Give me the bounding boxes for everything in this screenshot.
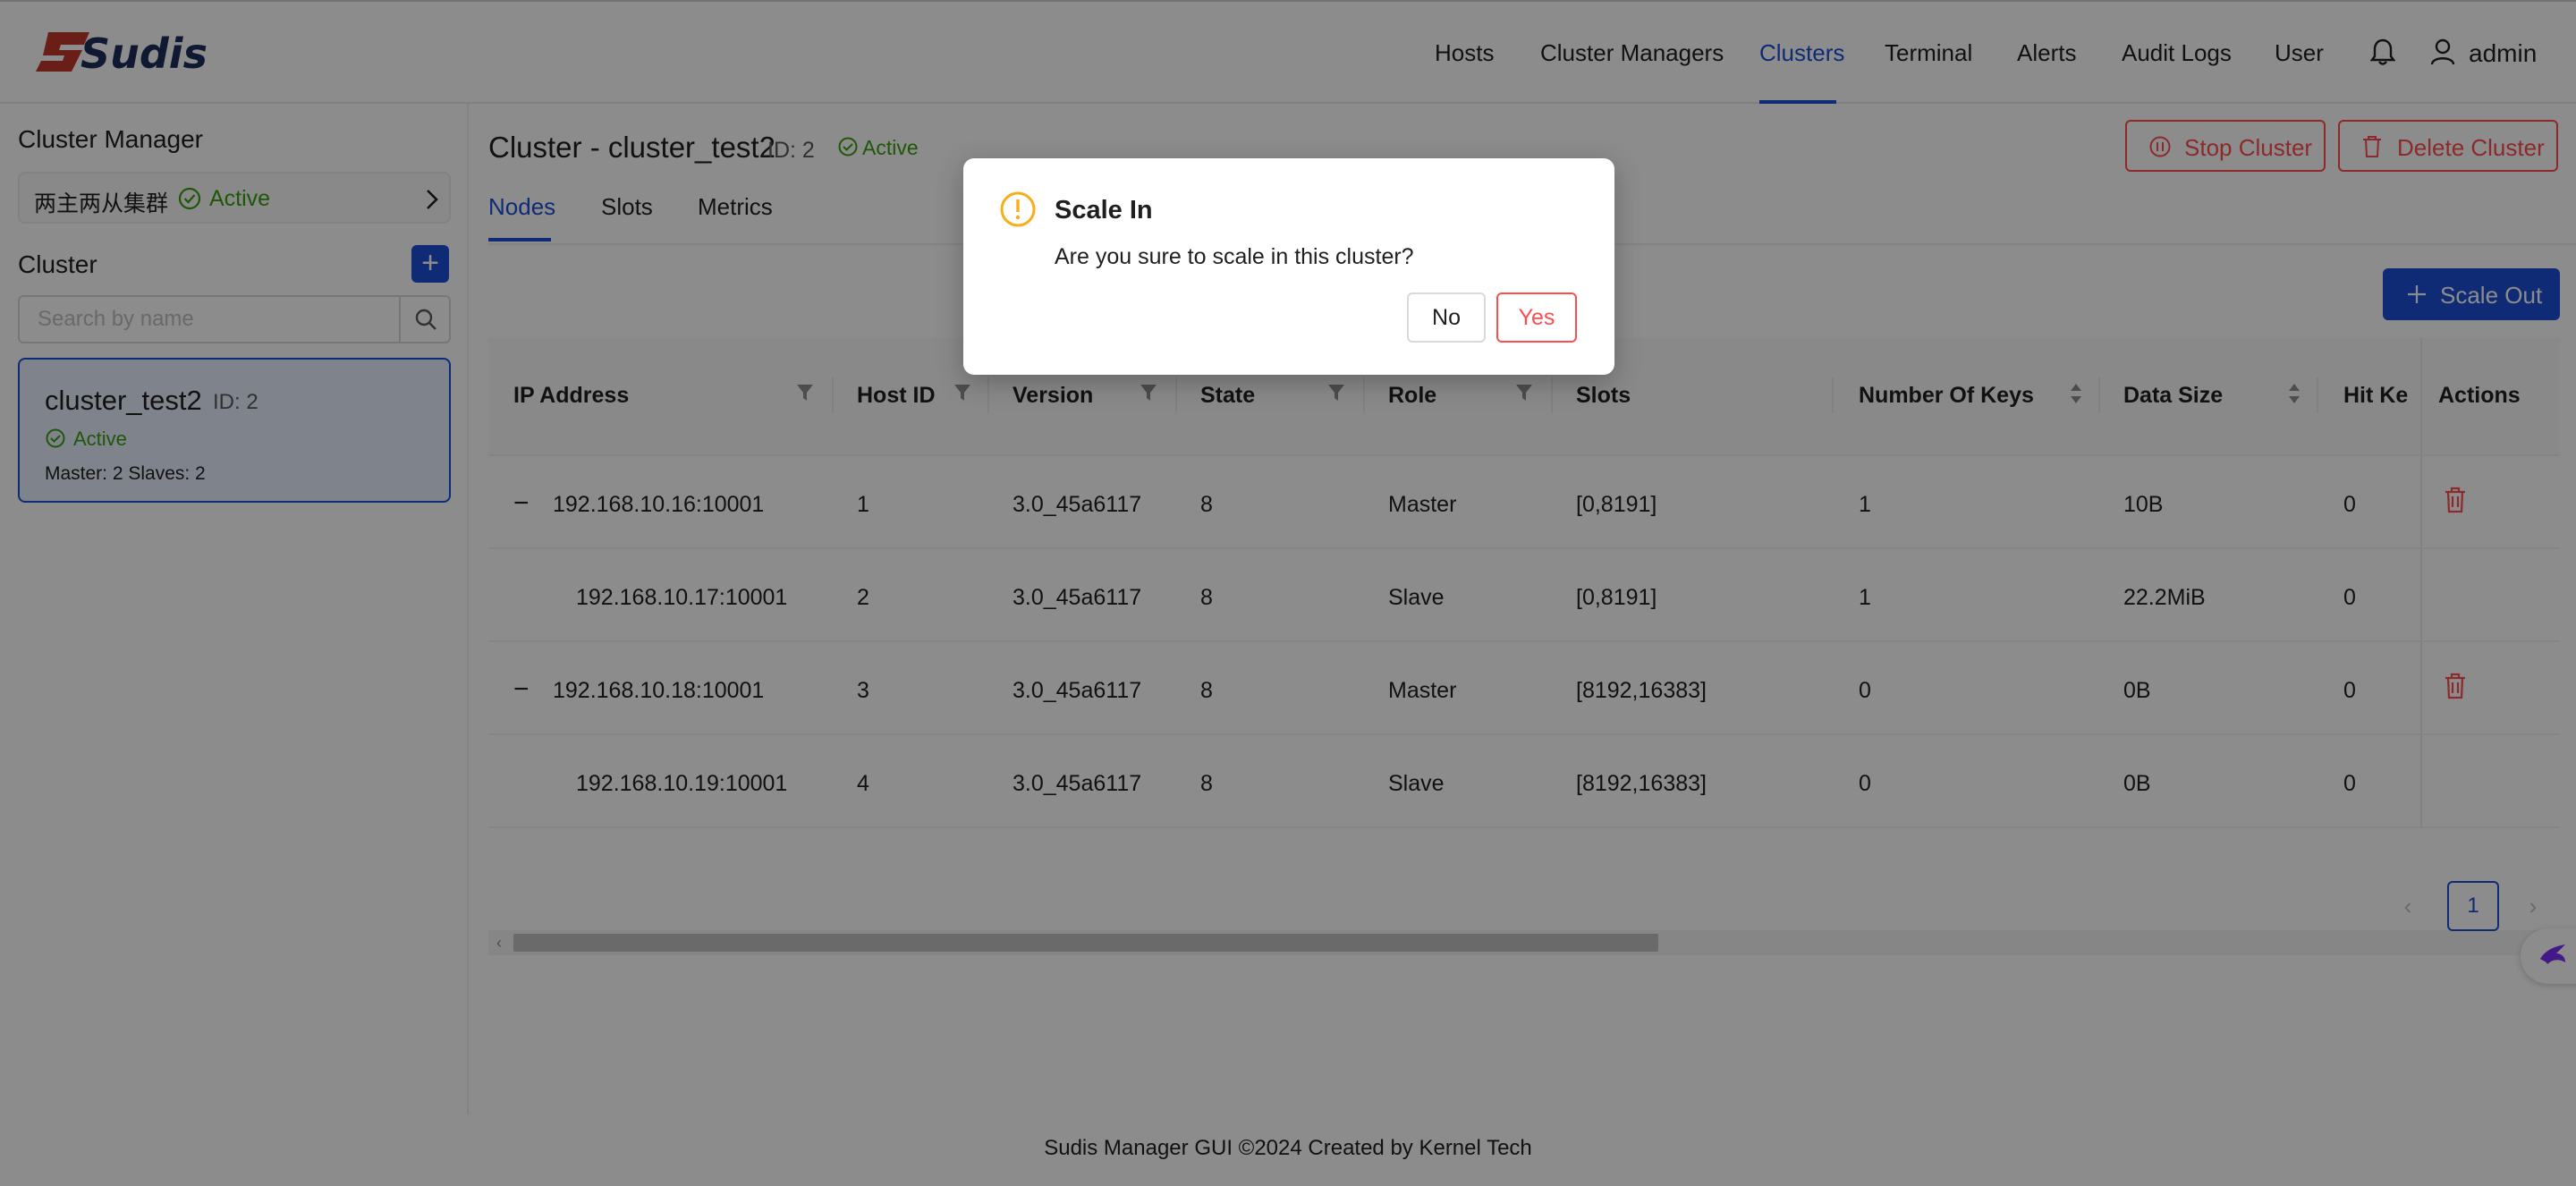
scale-in-confirm-dialog: Scale In Are you sure to scale in this c… (963, 158, 1614, 375)
modal-message: Are you sure to scale in this cluster? (1055, 244, 1414, 269)
exclamation-circle-icon (1000, 191, 1036, 227)
yes-button[interactable]: Yes (1496, 292, 1577, 343)
no-button[interactable]: No (1407, 292, 1486, 343)
modal-title: Scale In (1055, 196, 1153, 224)
